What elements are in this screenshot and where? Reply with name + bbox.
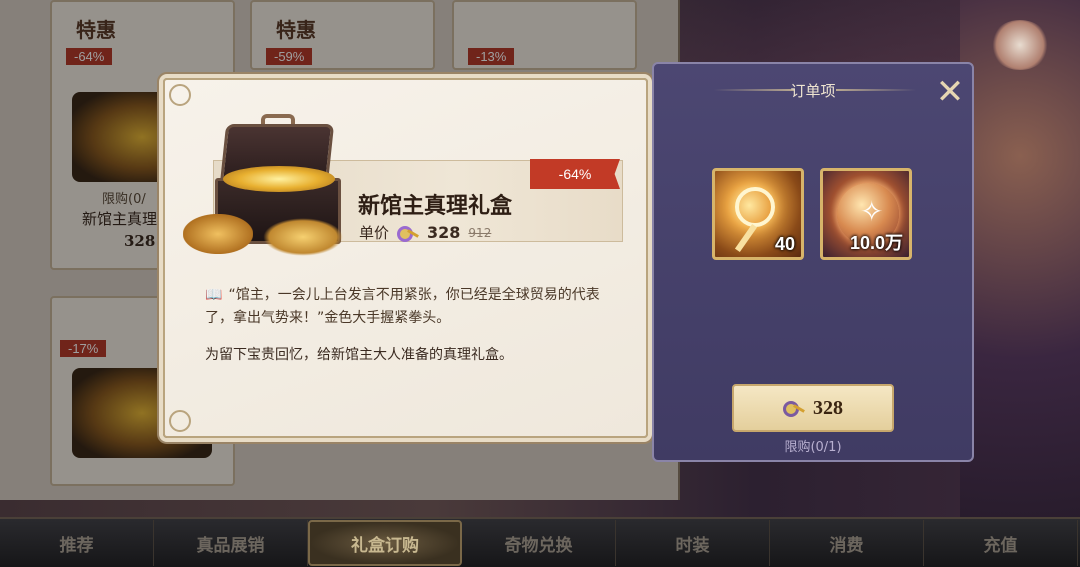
price-original: 912 xyxy=(468,225,492,240)
tab-gift-box-order[interactable]: 礼盒订购 xyxy=(308,520,462,566)
shop-card[interactable]: -13% xyxy=(452,0,637,70)
book-icon: 📖 xyxy=(205,287,223,303)
order-title: 订单项 xyxy=(790,82,836,100)
card-price: 328 xyxy=(124,232,156,250)
item-count: 10.0万 xyxy=(849,233,903,253)
product-quote: 📖 “馆主，一会儿上台发言不用紧张，你已经是全球贸易的代表了，拿出气势来！”金色大… xyxy=(205,284,615,330)
item-count: 40 xyxy=(774,234,795,254)
tab-recommend[interactable]: 推荐 xyxy=(0,520,154,566)
tab-fashion[interactable]: 时装 xyxy=(616,520,770,566)
price-label: 单价 xyxy=(359,224,390,242)
price-current: 328 xyxy=(427,223,461,242)
card-name: 新馆主真理 xyxy=(82,210,158,228)
product-detail-popup: -64% 新馆主真理礼盒 单价 328 912 📖 “馆主，一会儿上台发言不用紧张… xyxy=(163,78,648,438)
price-row: 单价 328 912 xyxy=(359,222,491,243)
card-discount: -59% xyxy=(266,48,313,65)
shop-card[interactable]: 特惠 -59% xyxy=(250,0,435,70)
card-tag: 特惠 xyxy=(276,20,316,42)
treasure-chest-icon xyxy=(175,114,350,264)
truth-key-icon[interactable]: 40 xyxy=(712,168,804,260)
order-panel: 订单项 ✕ 40 ✧ 10.0万 328 限购(0/1) xyxy=(652,62,974,462)
bottom-nav: 推荐 真品展销 礼盒订购 奇物兑换 时装 消费 充值 xyxy=(0,517,1080,567)
purchase-limit: 限购(0/1) xyxy=(784,440,842,455)
gold-orb-icon[interactable]: ✧ 10.0万 xyxy=(820,168,912,260)
buy-button[interactable]: 328 xyxy=(732,384,894,432)
buy-price: 328 xyxy=(813,396,843,419)
card-tag: 特惠 xyxy=(76,20,116,42)
character-lace-decoration xyxy=(990,20,1050,70)
character-art xyxy=(960,0,1080,520)
card-discount: -17% xyxy=(60,340,107,357)
quote-text: “馆主，一会儿上台发言不用紧张，你已经是全球贸易的代表了，拿出气势来！”金色大手… xyxy=(205,287,600,326)
card-discount: -64% xyxy=(66,48,113,65)
product-title: 新馆主真理礼盒 xyxy=(358,193,513,219)
corner-ornament xyxy=(169,84,191,106)
key-currency-icon xyxy=(397,224,419,242)
divider xyxy=(836,89,916,91)
product-description: 为留下宝贵回忆，给新馆主大人准备的真理礼盒。 xyxy=(205,347,513,363)
card-discount: -13% xyxy=(468,48,515,65)
discount-badge: -64% xyxy=(530,159,620,189)
card-limit: 限购(0/ xyxy=(102,192,146,207)
tab-curio-exchange[interactable]: 奇物兑换 xyxy=(462,520,616,566)
tab-consume[interactable]: 消费 xyxy=(770,520,924,566)
close-icon[interactable]: ✕ xyxy=(930,72,970,112)
key-currency-icon xyxy=(783,399,805,417)
corner-ornament xyxy=(169,410,191,432)
tab-recharge[interactable]: 充值 xyxy=(924,520,1078,566)
tab-genuine-sale[interactable]: 真品展销 xyxy=(154,520,308,566)
